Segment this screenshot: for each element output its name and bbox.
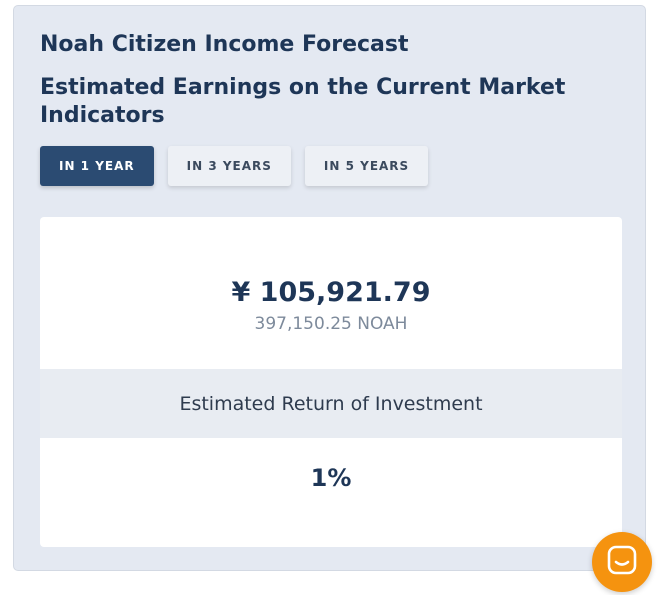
- chat-launcher-button[interactable]: [592, 532, 652, 592]
- forecast-subtitle: Estimated Earnings on the Current Market…: [40, 75, 566, 128]
- chat-bubble-icon: [607, 545, 637, 579]
- income-forecast-panel: Noah Citizen Income Forecast Estimated E…: [13, 5, 646, 571]
- token-amount: 397,150.25 NOAH: [254, 314, 408, 334]
- tab-5-years[interactable]: IN 5 YEARS: [304, 146, 429, 186]
- tab-1-year[interactable]: IN 1 YEAR: [40, 146, 154, 186]
- roi-label: Estimated Return of Investment: [179, 392, 483, 415]
- estimated-amount: ¥ 105,921.79: [231, 277, 431, 308]
- forecast-result-card: ¥ 105,921.79 397,150.25 NOAH Estimated R…: [40, 217, 622, 547]
- tab-3-years[interactable]: IN 3 YEARS: [167, 146, 291, 186]
- roi-header: Estimated Return of Investment: [40, 369, 622, 438]
- forecast-title: Noah Citizen Income Forecast: [40, 32, 409, 57]
- roi-value: 1%: [310, 464, 352, 492]
- period-tabs: IN 1 YEAR IN 3 YEARS IN 5 YEARS: [40, 146, 429, 186]
